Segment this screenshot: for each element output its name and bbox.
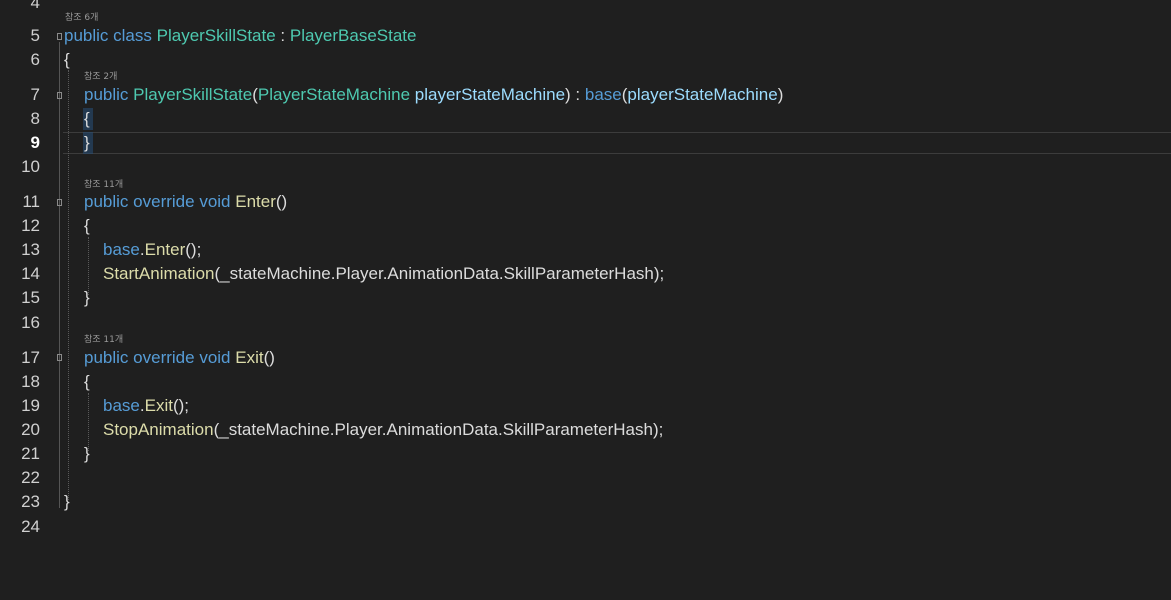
indent-guide	[88, 237, 89, 295]
collapse-icon[interactable]	[57, 354, 62, 361]
type-name: PlayerBaseState	[289, 26, 417, 45]
collapse-icon[interactable]	[57, 199, 62, 206]
method-name: Exit	[144, 396, 173, 415]
code-line-17[interactable]: public override void Exit()	[84, 348, 275, 368]
method-name: StartAnimation	[103, 264, 215, 283]
codelens-references[interactable]: 참조 6개	[65, 13, 98, 23]
line-number: 11	[22, 192, 40, 211]
line-number: 15	[21, 288, 40, 307]
line-number: 19	[21, 396, 40, 415]
type-name: PlayerStateMachine	[257, 85, 411, 104]
code-line-23[interactable]: }	[64, 492, 70, 512]
codelens-references[interactable]: 참조 2개	[84, 72, 117, 82]
parameter-name: playerStateMachine	[414, 85, 566, 104]
punctuation: {	[84, 216, 90, 235]
keyword: base	[584, 85, 622, 104]
punctuation: ()	[263, 348, 275, 367]
method-name: StopAnimation	[103, 420, 214, 439]
line-number: 4	[30, 0, 40, 12]
punctuation: ) :	[565, 85, 585, 104]
punctuation: }	[84, 288, 90, 307]
punctuation: }	[84, 133, 90, 152]
line-number: 5	[30, 26, 40, 45]
line-number: 20	[21, 420, 40, 439]
punctuation: ();	[185, 240, 202, 259]
line-number: 24	[21, 517, 40, 536]
line-number: 10	[21, 157, 40, 176]
punctuation: ();	[172, 396, 189, 415]
code-line-12[interactable]: {	[84, 216, 90, 236]
method-name: Exit	[235, 348, 264, 367]
code-line-19[interactable]: base.Exit();	[103, 396, 189, 416]
keyword: void	[199, 348, 231, 367]
line-number: 23	[21, 492, 40, 511]
constructor-name: PlayerSkillState	[133, 85, 253, 104]
line-number: 7	[30, 85, 40, 104]
line-number: 14	[21, 264, 40, 283]
keyword: override	[133, 348, 195, 367]
punctuation: {	[84, 372, 90, 391]
keyword: override	[133, 192, 195, 211]
punctuation: }	[84, 444, 90, 463]
indent-guide	[88, 393, 89, 451]
punctuation: :	[275, 26, 290, 45]
punctuation: {	[84, 109, 90, 128]
code-line-21[interactable]: }	[84, 444, 90, 464]
code-line-6[interactable]: {	[64, 50, 70, 70]
code-line-18[interactable]: {	[84, 372, 90, 392]
code-line-7[interactable]: public PlayerSkillState(PlayerStateMachi…	[84, 85, 783, 105]
punctuation: }	[64, 492, 70, 511]
punctuation: ()	[275, 192, 288, 211]
keyword: base	[103, 396, 140, 415]
outline-guide	[59, 42, 60, 508]
keyword: class	[113, 26, 152, 45]
keyword: public	[84, 348, 129, 367]
line-number: 8	[30, 109, 40, 128]
code-line-13[interactable]: base.Enter();	[103, 240, 201, 260]
line-number: 22	[21, 468, 40, 487]
punctuation: {	[64, 50, 70, 69]
collapse-icon[interactable]	[57, 33, 62, 40]
indent-guide	[68, 70, 69, 500]
keyword: public	[64, 26, 109, 45]
parameter-name: playerStateMachine	[627, 85, 778, 104]
line-number: 21	[21, 444, 40, 463]
collapse-icon[interactable]	[57, 92, 62, 99]
code-line-15[interactable]: }	[84, 288, 90, 308]
code-line-11[interactable]: public override void Enter()	[84, 192, 287, 212]
current-line-highlight	[63, 132, 1171, 154]
method-name: Enter	[144, 240, 186, 259]
keyword: void	[199, 192, 231, 211]
line-number: 6	[30, 50, 40, 69]
code-line-14[interactable]: StartAnimation(_stateMachine.Player.Anim…	[103, 264, 664, 284]
line-number: 16	[21, 313, 40, 332]
line-number: 13	[21, 240, 40, 259]
keyword: public	[84, 192, 129, 211]
code-editor[interactable]: 4 5 6 7 8 9 10 11 12 13 14 15 16 17 18 1…	[0, 0, 1171, 600]
line-number: 18	[21, 372, 40, 391]
keyword: public	[84, 85, 129, 104]
argument-expression: (_stateMachine.Player.AnimationData.Skil…	[213, 420, 664, 439]
method-name: Enter	[235, 192, 276, 211]
code-line-20[interactable]: StopAnimation(_stateMachine.Player.Anima…	[103, 420, 663, 440]
codelens-references[interactable]: 참조 11개	[84, 335, 123, 345]
codelens-references[interactable]: 참조 11개	[84, 180, 123, 190]
line-number: 12	[21, 216, 40, 235]
keyword: base	[103, 240, 140, 259]
code-line-9[interactable]: }	[84, 133, 90, 153]
class-name: PlayerSkillState	[156, 26, 276, 45]
punctuation: )	[777, 85, 784, 104]
line-number-current: 9	[30, 133, 40, 152]
argument-expression: (_stateMachine.Player.AnimationData.Skil…	[214, 264, 665, 283]
code-line-8[interactable]: {	[84, 109, 90, 129]
line-number: 17	[21, 348, 40, 367]
code-line-5[interactable]: public class PlayerSkillState : PlayerBa…	[64, 26, 417, 46]
